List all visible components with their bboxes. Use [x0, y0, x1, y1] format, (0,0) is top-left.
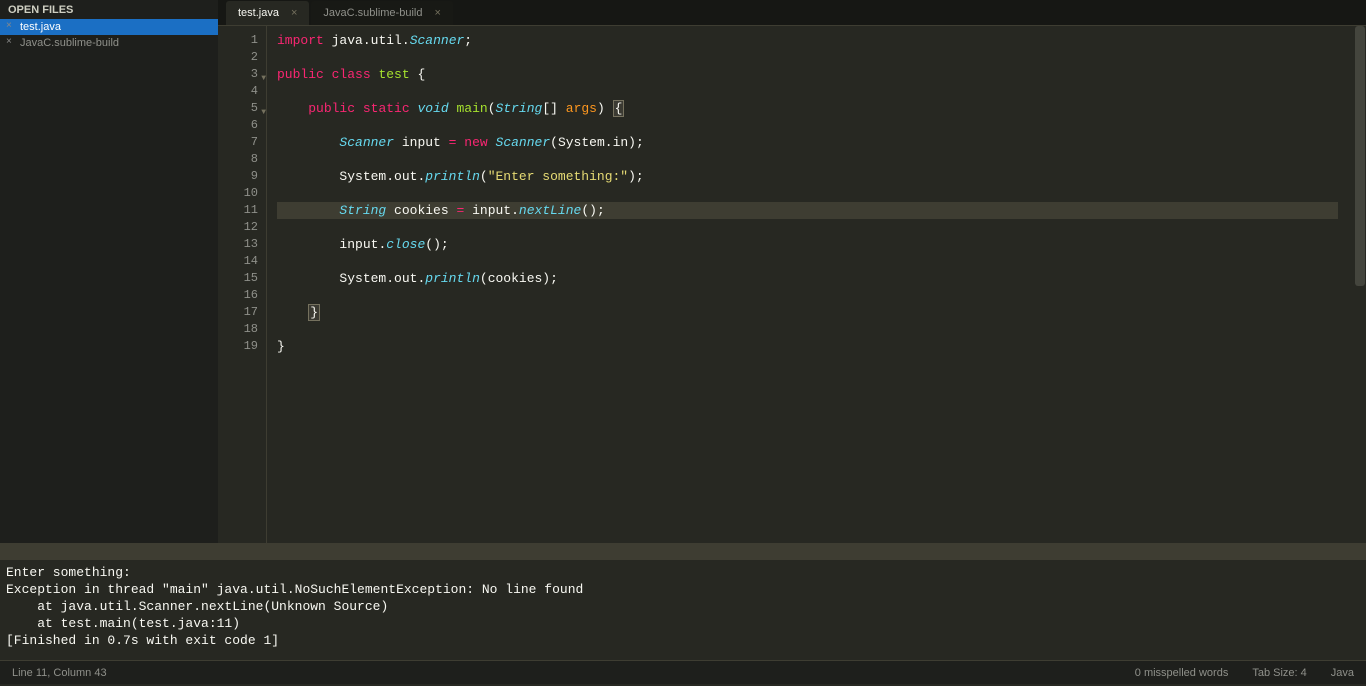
minimap[interactable]	[1338, 26, 1354, 543]
editor-panel: test.java × JavaC.sublime-build × 123▼45…	[218, 0, 1366, 543]
status-right: 0 misspelled words Tab Size: 4 Java	[1135, 667, 1354, 679]
close-icon[interactable]: ×	[6, 36, 12, 47]
close-icon[interactable]: ×	[291, 7, 297, 19]
scrollbar-thumb[interactable]	[1355, 26, 1365, 286]
file-item-test-java[interactable]: × test.java	[0, 19, 218, 35]
gutter: 123▼45▼678910111213141516171819	[218, 26, 267, 543]
spell-status[interactable]: 0 misspelled words	[1135, 667, 1229, 679]
cursor-position[interactable]: Line 11, Column 43	[12, 667, 107, 679]
file-item-javac-build[interactable]: × JavaC.sublime-build	[0, 35, 218, 51]
close-icon[interactable]: ×	[6, 20, 12, 31]
main-split: OPEN FILES × test.java × JavaC.sublime-b…	[0, 0, 1366, 543]
tab-size-status[interactable]: Tab Size: 4	[1252, 667, 1306, 679]
build-output-panel[interactable]: Enter something: Exception in thread "ma…	[0, 557, 1366, 660]
tab-javac-build[interactable]: JavaC.sublime-build ×	[311, 1, 452, 25]
tab-label: test.java	[238, 7, 279, 19]
code-area[interactable]: 123▼45▼678910111213141516171819 import j…	[218, 26, 1366, 543]
close-icon[interactable]: ×	[434, 7, 440, 19]
file-item-label: JavaC.sublime-build	[20, 37, 119, 49]
sidebar: OPEN FILES × test.java × JavaC.sublime-b…	[0, 0, 218, 543]
tab-bar: test.java × JavaC.sublime-build ×	[218, 0, 1366, 26]
panel-divider[interactable]	[0, 543, 1366, 557]
status-bar: Line 11, Column 43 0 misspelled words Ta…	[0, 660, 1366, 684]
language-status[interactable]: Java	[1331, 667, 1354, 679]
tab-test-java[interactable]: test.java ×	[226, 1, 309, 25]
open-files-header: OPEN FILES	[0, 0, 218, 19]
code-body[interactable]: import java.util.Scanner; public class t…	[267, 26, 1338, 543]
vertical-scrollbar[interactable]	[1354, 26, 1366, 543]
tab-label: JavaC.sublime-build	[323, 7, 422, 19]
file-item-label: test.java	[20, 21, 61, 33]
